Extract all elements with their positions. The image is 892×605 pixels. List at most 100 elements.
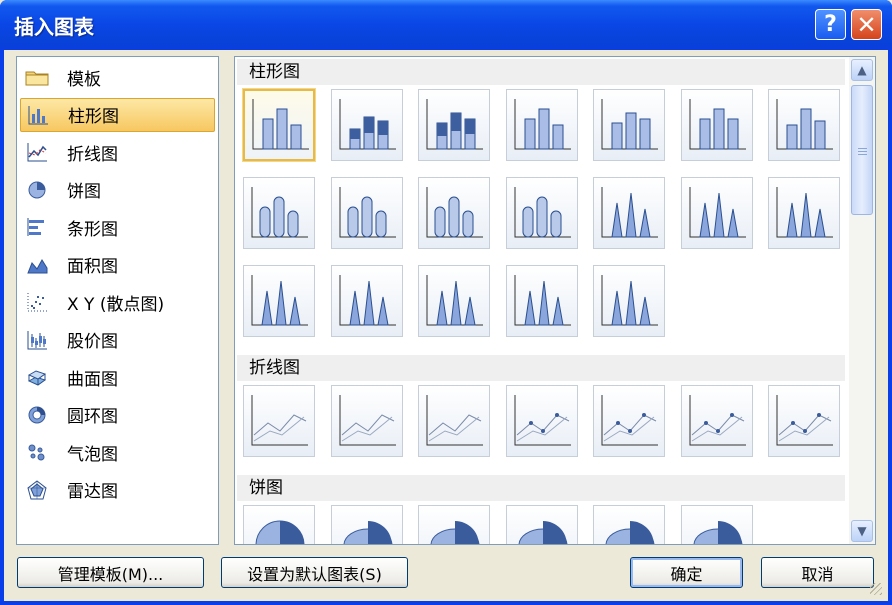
resize-grip-icon[interactable] (870, 583, 882, 595)
cancel-button[interactable]: 取消 (761, 557, 874, 588)
chart-thumbnail-icon (776, 395, 833, 446)
chart-thumbnail-icon (514, 275, 571, 326)
folder-icon (24, 65, 50, 89)
pie-chart-icon (24, 178, 50, 202)
chart-thumbnail-icon (339, 275, 396, 326)
category-item[interactable]: 气泡图 (20, 435, 215, 469)
chart-subtype-thumbnail[interactable] (418, 177, 490, 249)
chart-thumbnail-icon (251, 395, 308, 446)
chart-subtype-thumbnail[interactable] (243, 385, 315, 457)
chart-subtype-thumbnail[interactable] (243, 177, 315, 249)
chart-thumbnail-icon (601, 275, 658, 326)
category-item[interactable]: 柱形图 (20, 97, 215, 132)
chart-subtype-thumbnail[interactable] (505, 89, 578, 161)
category-label: 股价图 (67, 332, 118, 352)
chart-subtype-thumbnail[interactable] (593, 265, 665, 337)
chart-thumbnail-icon (426, 187, 483, 238)
category-item[interactable]: 曲面图 (20, 360, 215, 394)
chart-subtype-thumbnail[interactable] (680, 177, 753, 249)
chart-subtype-thumbnail[interactable] (505, 385, 578, 457)
category-label: 面积图 (67, 257, 118, 277)
category-item[interactable]: 圆环图 (20, 398, 215, 432)
category-item[interactable]: 雷达图 (20, 473, 215, 507)
category-item[interactable]: 股价图 (20, 323, 215, 357)
chart-category-list[interactable]: 模板柱形图折线图饼图 条形图面积图 X Y (散点图) 股价图曲面图圆环图气泡图雷达图 (16, 56, 219, 545)
chart-thumbnail-icon (339, 187, 396, 238)
category-label: 柱形图 (68, 107, 119, 127)
chart-thumbnail-icon (689, 395, 746, 446)
chart-subtype-thumbnail[interactable] (593, 177, 665, 249)
column-chart-icon (25, 103, 51, 127)
ok-button[interactable]: 确定 (630, 557, 743, 588)
chart-subtype-thumbnail[interactable] (330, 385, 403, 457)
category-item[interactable]: 条形图 (20, 210, 215, 244)
chart-subtype-thumbnail[interactable] (330, 265, 403, 337)
surface-chart-icon (24, 365, 50, 389)
category-item[interactable]: 面积图 (20, 248, 215, 282)
close-button[interactable]: ✕ (851, 9, 882, 40)
chart-subtype-thumbnail[interactable] (243, 505, 315, 544)
title-bar: 插入图表 ? ✕ (0, 0, 892, 50)
chart-subtype-thumbnail[interactable] (243, 265, 315, 337)
help-button[interactable]: ? (815, 9, 846, 40)
area-chart-icon (24, 253, 50, 277)
gallery-section-header: 饼图 (237, 475, 845, 501)
set-default-chart-button[interactable]: 设置为默认图表(S) (221, 557, 408, 588)
chart-subtype-thumbnail[interactable] (242, 88, 316, 162)
radar-chart-icon (24, 478, 50, 502)
chart-subtype-thumbnail[interactable] (680, 385, 753, 457)
dialog-body: 模板 柱形图 折线图 饼图 条形图 面积图 X Y (散点图) 股价图 曲面图 圆环图 气泡图 雷达图… (4, 50, 888, 601)
gallery-scrollbar[interactable]: ▲ ▼ (849, 57, 875, 544)
gallery-section-header: 折线图 (237, 355, 845, 381)
category-item[interactable]: X Y (散点图) (20, 285, 215, 319)
chart-subtype-thumbnail[interactable] (330, 505, 403, 544)
chart-thumbnail-icon (514, 395, 571, 446)
chart-subtype-thumbnail[interactable] (418, 265, 490, 337)
manage-templates-button[interactable]: 管理模板(M)... (17, 557, 204, 588)
chart-subtype-thumbnail[interactable] (768, 385, 840, 457)
scroll-thumb[interactable] (851, 85, 873, 215)
chart-subtype-thumbnail[interactable] (505, 505, 578, 544)
chart-subtype-thumbnail[interactable] (593, 505, 665, 544)
chart-subtype-thumbnail[interactable] (680, 89, 753, 161)
chart-subtype-thumbnail[interactable] (330, 177, 403, 249)
scatter-chart-icon (24, 290, 50, 314)
chart-thumbnail-icon (339, 395, 396, 446)
chart-thumbnail-icon (252, 99, 309, 150)
chart-subtype-thumbnail[interactable] (330, 89, 403, 161)
chart-subtype-thumbnail[interactable] (418, 385, 490, 457)
chart-subtype-thumbnail[interactable] (768, 177, 840, 249)
category-label: 模板 (67, 69, 101, 90)
chart-thumbnail-icon (514, 99, 571, 150)
chart-thumbnail-icon (339, 99, 396, 150)
chart-thumbnail-icon (601, 395, 658, 446)
chart-thumbnail-icon (426, 395, 483, 446)
scroll-down-button[interactable]: ▼ (851, 520, 873, 542)
chart-thumbnail-icon (689, 187, 746, 238)
gallery-section-header: 柱形图 (237, 59, 845, 85)
chart-subtype-thumbnail[interactable] (680, 505, 753, 544)
chart-subtype-thumbnail[interactable] (418, 89, 490, 161)
chart-thumbnail-icon (343, 521, 392, 544)
category-item[interactable]: 模板 (20, 60, 215, 94)
category-item[interactable]: 折线图 (20, 135, 215, 169)
chart-thumbnail-icon (689, 99, 746, 150)
chart-subtype-thumbnail[interactable] (418, 505, 490, 544)
chart-thumbnail-icon (251, 187, 308, 238)
doughnut-chart-icon (24, 403, 50, 427)
chart-subtype-thumbnail[interactable] (768, 89, 840, 161)
scroll-up-button[interactable]: ▲ (851, 59, 873, 81)
chart-thumbnail-icon (255, 520, 305, 544)
chart-subtype-thumbnail[interactable] (593, 89, 665, 161)
insert-chart-dialog: 插入图表 ? ✕ 模板 柱形图 折线图 饼图 条形图 面积图 X Y (散点图) 股价图 曲面图… (0, 0, 892, 605)
line-chart-icon (24, 140, 50, 164)
chart-thumbnail-icon (693, 521, 742, 544)
chart-subtype-thumbnail[interactable] (593, 385, 665, 457)
category-item[interactable]: 饼图 (20, 173, 215, 207)
stock-chart-icon (24, 328, 50, 352)
chart-subtype-thumbnail[interactable] (505, 265, 578, 337)
category-label: 圆环图 (67, 407, 118, 427)
chart-thumbnail-icon (514, 187, 571, 238)
chart-subtype-thumbnail[interactable] (505, 177, 578, 249)
chart-thumbnail-icon (601, 187, 658, 238)
